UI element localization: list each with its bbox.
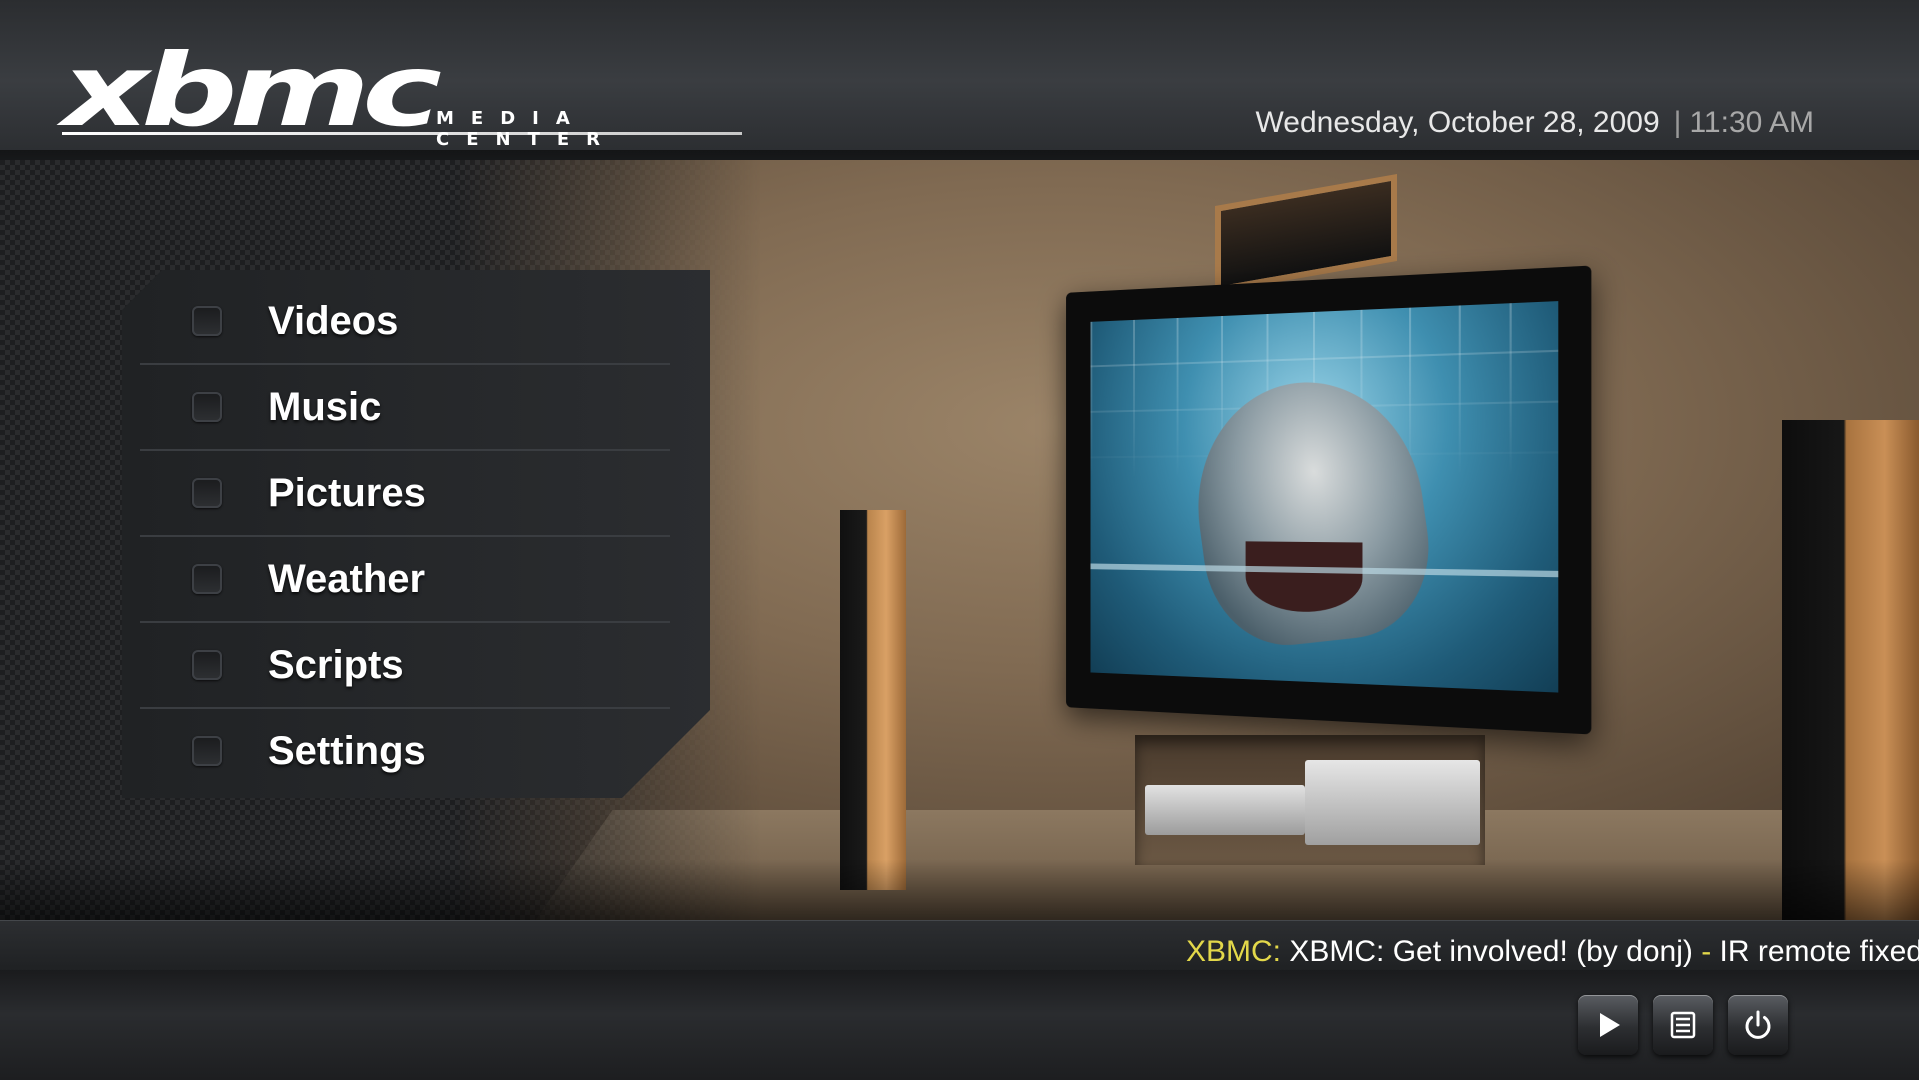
backdrop-shade xyxy=(0,860,1919,920)
menu-bullet-icon xyxy=(192,564,222,594)
av-receiver xyxy=(1305,760,1480,845)
ticker-headline: XBMC: Get involved! (by donj) xyxy=(1289,935,1693,968)
play-button[interactable] xyxy=(1578,995,1638,1055)
ceiling-speaker xyxy=(1215,173,1397,294)
date-time: Wednesday, October 28, 2009 | 11:30 AM xyxy=(1256,106,1814,140)
menu-label: Videos xyxy=(268,298,399,343)
menu-label: Scripts xyxy=(268,642,404,687)
date-separator: | xyxy=(1673,106,1682,139)
menu-item-settings[interactable]: Settings xyxy=(140,709,670,793)
menu-label: Music xyxy=(268,384,382,429)
playlist-icon xyxy=(1670,1011,1696,1039)
xbmc-logo: xbmc MEDIA CENTER xyxy=(62,32,752,150)
menu-item-music[interactable]: Music xyxy=(140,365,670,451)
time-text: 11:30 AM xyxy=(1689,106,1814,139)
tv-screen xyxy=(1090,301,1559,693)
menu-item-pictures[interactable]: Pictures xyxy=(140,451,670,537)
menu-bullet-icon xyxy=(192,650,222,680)
logo-subtitle: MEDIA CENTER xyxy=(436,108,618,150)
rss-ticker[interactable]: XBMC: XBMC: Get involved! (by donj) - IR… xyxy=(1186,935,1919,969)
power-icon xyxy=(1745,1010,1771,1039)
menu-item-scripts[interactable]: Scripts xyxy=(140,623,670,709)
logo-wordmark: xbmc xyxy=(62,32,442,149)
main-menu: Videos Music Pictures Weather Scripts Se… xyxy=(122,270,710,798)
menu-label: Settings xyxy=(268,728,426,773)
header-bar: xbmc MEDIA CENTER Wednesday, October 28,… xyxy=(0,0,1919,210)
ticker-dash: - xyxy=(1701,935,1712,968)
menu-label: Weather xyxy=(268,556,426,601)
menu-bullet-icon xyxy=(192,306,222,336)
menu-label: Pictures xyxy=(268,470,426,515)
tower-speaker-left xyxy=(840,510,906,890)
power-button[interactable] xyxy=(1728,995,1788,1055)
play-icon xyxy=(1600,1013,1620,1037)
tower-speaker-right xyxy=(1782,420,1919,920)
tv-image xyxy=(1066,265,1592,735)
menu-bullet-icon xyxy=(192,392,222,422)
ticker-next: IR remote fixed xyxy=(1719,935,1919,968)
menu-item-videos[interactable]: Videos xyxy=(140,279,670,365)
menu-bullet-icon xyxy=(192,478,222,508)
date-text: Wednesday, October 28, 2009 xyxy=(1255,106,1660,139)
playlist-button[interactable] xyxy=(1653,995,1713,1055)
ticker-source: XBMC: xyxy=(1186,935,1282,968)
dvd-player xyxy=(1145,785,1305,835)
menu-item-weather[interactable]: Weather xyxy=(140,537,670,623)
menu-bullet-icon xyxy=(192,736,222,766)
